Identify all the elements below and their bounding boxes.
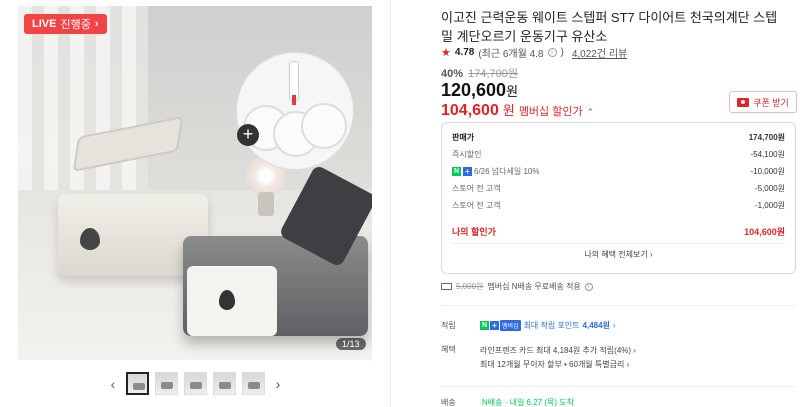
discount-line: 40% 174,700원 — [441, 65, 518, 81]
stepper-gray-illustration — [183, 164, 372, 346]
star-icon: ★ — [441, 47, 451, 59]
chevron-right-icon: › — [626, 360, 630, 369]
truck-icon — [441, 283, 452, 290]
thumbnail-5[interactable] — [242, 372, 265, 395]
breakdown-amount: -5,000원 — [754, 184, 785, 193]
breakdown-row: N + 6/26 넘다세일 10% -10,000원 — [452, 163, 785, 180]
thumbnail-2[interactable] — [155, 372, 178, 395]
divider — [441, 386, 796, 387]
thumbnail-4[interactable] — [213, 372, 236, 395]
delivery-label: 배송 — [441, 398, 456, 407]
price-breakdown-box: 판매가 174,700원 즉시할인 -54,100원 N + 6/26 넘다세일 … — [441, 122, 796, 274]
breakdown-label: 판매가 — [452, 133, 475, 142]
sale-price-unit: 원 — [506, 84, 519, 99]
breakdown-label: 스토어 전 고객 — [452, 184, 501, 193]
shipping-fee-original: 5,000원 — [456, 282, 484, 291]
live-badge[interactable]: LIVE 진행중 › — [24, 14, 107, 34]
breakdown-label: 6/26 넘다세일 10% — [474, 167, 540, 176]
live-badge-sub: 진행중 — [60, 19, 91, 31]
sale-price: 120,600원 — [441, 80, 518, 101]
breakdown-label: 즉시할인 — [452, 150, 482, 159]
chevron-right-icon: › — [633, 346, 636, 355]
view-all-benefits-label: 나의 혜택 전체보기 — [584, 250, 648, 259]
chevron-up-icon[interactable]: ⌃ — [587, 107, 595, 118]
chevron-right-icon[interactable]: › — [271, 376, 285, 392]
breakdown-row: 판매가 174,700원 — [452, 129, 785, 146]
original-price: 174,700원 — [468, 68, 518, 80]
membership-badge: 멤버십 — [500, 320, 521, 331]
live-badge-label: LIVE — [32, 18, 57, 30]
npay-badge: N + 멤버십 — [480, 320, 521, 331]
delivery-row: 배송 N배송 · 내일 6.27 (목) 도착 — [441, 397, 574, 407]
info-icon[interactable]: i — [584, 282, 593, 291]
card-benefits-row: 혜택 라인프렌즈 카드 최대 4,184원 추가 적립(4%) › 최대 12개… — [441, 344, 636, 372]
thumbnail-1[interactable] — [126, 372, 149, 395]
member-price-value: 104,600 — [441, 102, 499, 119]
card-benefit-line[interactable]: 라인프렌즈 카드 최대 4,184원 추가 적립(4%) › — [480, 344, 636, 358]
breakdown-row: 즉시할인 -54,100원 — [452, 146, 785, 163]
naver-n-icon: N — [452, 167, 461, 176]
coupon-icon — [737, 97, 750, 107]
breakdown-amount: -1,000원 — [754, 201, 785, 210]
plus-icon: + — [463, 167, 472, 176]
points-label: 적립 — [441, 321, 456, 330]
member-price[interactable]: 104,600 원 멤버십 할인가 ⌃ — [441, 100, 594, 120]
rating-recent: (최근 6개월 4.8 — [478, 49, 544, 60]
points-value: 4,484원 — [582, 321, 610, 330]
shipping-text: 멤버십 N배송 무료배송 적용 — [487, 282, 581, 291]
chevron-left-icon[interactable]: ‹ — [106, 376, 120, 392]
thumbnail-strip: ‹ › — [106, 372, 285, 395]
plus-icon: + — [490, 321, 499, 330]
my-discount-row: 나의 할인가 104,600원 — [452, 223, 785, 240]
my-discount-label: 나의 할인가 — [452, 227, 496, 237]
accessory-inset-image — [236, 52, 354, 170]
breakdown-amount: -10,000원 — [750, 167, 786, 176]
card-benefit-line[interactable]: 최대 12개월 무이자 할부 • 60개월 특별금리 › — [480, 358, 636, 372]
thumbnail-3[interactable] — [184, 372, 207, 395]
rating-score: 4.78 — [454, 47, 475, 58]
points-row[interactable]: 적립 N + 멤버십 최대 적립 포인트 4,484원 › — [441, 320, 616, 331]
chevron-right-icon: › — [612, 321, 616, 330]
column-divider — [390, 0, 391, 407]
npay-sale: N + 6/26 넘다세일 10% — [452, 166, 539, 177]
member-price-unit: 원 — [502, 103, 515, 118]
breakdown-amount: 174,700원 — [748, 133, 785, 142]
product-title: 이고진 근력운동 웨이트 스텝퍼 ST7 다이어트 천국의계단 스텝밀 계단오르… — [441, 10, 778, 44]
coupon-button[interactable]: 쿠폰 받기 — [729, 91, 797, 113]
image-page-counter: 1/13 — [336, 338, 366, 350]
member-price-label: 멤버십 할인가 — [518, 106, 583, 118]
chevron-right-icon: › — [94, 18, 99, 30]
shipping-line: 5,000원 멤버십 N배송 무료배송 적용 i — [441, 281, 593, 292]
card-benefits-label: 혜택 — [441, 345, 456, 354]
plus-icon[interactable]: + — [237, 124, 259, 146]
breakdown-label: 스토어 전 고객 — [452, 201, 501, 210]
sale-price-value: 120,600 — [441, 80, 507, 100]
naver-n-icon: N — [480, 321, 489, 330]
my-discount-amount: 104,600원 — [744, 227, 785, 237]
info-icon[interactable]: i — [547, 48, 557, 57]
breakdown-row: 스토어 전 고객 -5,000원 — [452, 180, 785, 197]
view-all-benefits-link[interactable]: 나의 혜택 전체보기 › — [452, 244, 785, 266]
breakdown-amount: -54,100원 — [750, 150, 786, 159]
delivery-text: N배송 · 내일 6.27 (목) 도착 — [482, 398, 574, 407]
coupon-button-label: 쿠폰 받기 — [753, 97, 789, 108]
points-text: 최대 적립 포인트 — [523, 321, 580, 330]
discount-percent: 40% — [441, 68, 464, 80]
breakdown-row: 스토어 전 고객 -1,000원 — [452, 197, 785, 214]
review-count-link[interactable]: 4,022건 리뷰 — [572, 45, 627, 60]
rating-line: ★ 4.78 (최근 6개월 4.8 i) 4,022건 리뷰 — [441, 45, 628, 60]
chevron-right-icon: › — [649, 250, 653, 259]
divider — [441, 305, 796, 306]
